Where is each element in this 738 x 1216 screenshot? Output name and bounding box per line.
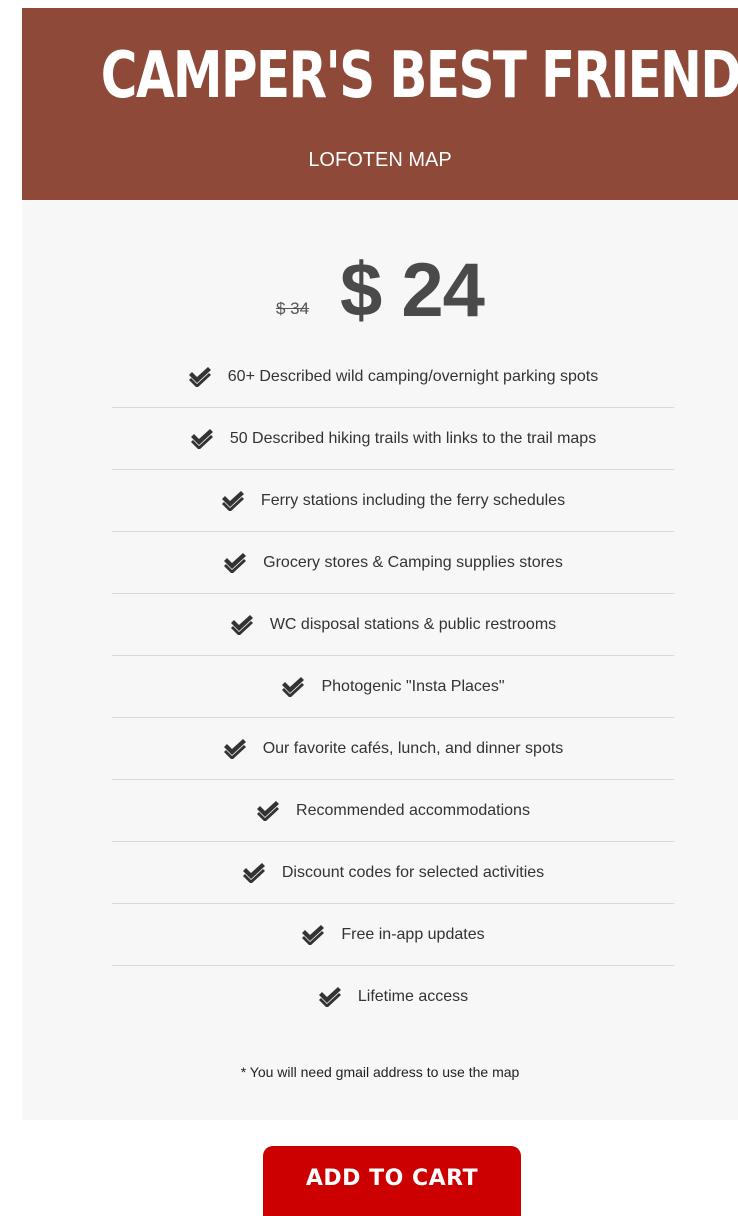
card-header: CAMPER'S BEST FRIEND LOFOTEN MAP	[22, 8, 738, 200]
price-row: $ 34 $ 24	[22, 246, 738, 336]
feature-text: Photogenic "Insta Places"	[321, 677, 505, 695]
feature-text: WC disposal stations & public restrooms	[269, 615, 557, 633]
feature-item: 50 Described hiking trails with links to…	[112, 408, 674, 470]
feature-item: Grocery stores & Camping supplies stores	[112, 532, 674, 594]
double-check-icon	[242, 862, 265, 883]
double-check-icon	[223, 738, 246, 759]
feature-text: Lifetime access	[357, 988, 469, 1005]
old-price: $ 34	[276, 299, 310, 318]
product-subtitle: LOFOTEN MAP	[308, 149, 452, 171]
add-to-cart-button[interactable]: ADD TO CART	[263, 1146, 521, 1216]
feature-text: Ferry stations including the ferry sched…	[260, 491, 566, 509]
feature-item: Discount codes for selected activities	[112, 842, 674, 904]
feature-item: WC disposal stations & public restrooms	[112, 594, 674, 656]
double-check-icon	[282, 676, 305, 697]
double-check-icon	[221, 490, 244, 511]
feature-list: 60+ Described wild camping/overnight par…	[112, 346, 674, 1028]
feature-text: Our favorite cafés, lunch, and dinner sp…	[262, 739, 564, 757]
product-title: CAMPER'S BEST FRIEND	[100, 39, 738, 113]
double-check-icon	[318, 987, 341, 1007]
feature-item: 60+ Described wild camping/overnight par…	[112, 346, 674, 408]
pricing-card: CAMPER'S BEST FRIEND LOFOTEN MAP $ 34 $ …	[22, 8, 738, 1120]
current-price: $ 24	[340, 248, 485, 333]
feature-text: Recommended accommodations	[296, 801, 530, 819]
double-check-icon	[224, 552, 247, 573]
feature-text: Free in-app updates	[341, 925, 485, 943]
feature-item: Ferry stations including the ferry sched…	[112, 470, 674, 532]
feature-text: Grocery stores & Camping supplies stores	[263, 553, 563, 571]
feature-item: Photogenic "Insta Places"	[112, 656, 674, 718]
double-check-icon	[190, 428, 213, 449]
feature-item: Lifetime access	[112, 966, 674, 1028]
double-check-icon	[257, 800, 280, 821]
feature-item: Recommended accommodations	[112, 780, 674, 842]
feature-text: 50 Described hiking trails with links to…	[229, 429, 597, 447]
feature-item: Free in-app updates	[112, 904, 674, 966]
gmail-note: * You will need gmail address to use the…	[240, 1064, 520, 1080]
double-check-icon	[302, 924, 325, 945]
feature-item: Our favorite cafés, lunch, and dinner sp…	[112, 718, 674, 780]
feature-text: 60+ Described wild camping/overnight par…	[227, 367, 599, 385]
feature-text: Discount codes for selected activities	[281, 863, 545, 881]
double-check-icon	[188, 366, 211, 387]
double-check-icon	[230, 614, 253, 635]
